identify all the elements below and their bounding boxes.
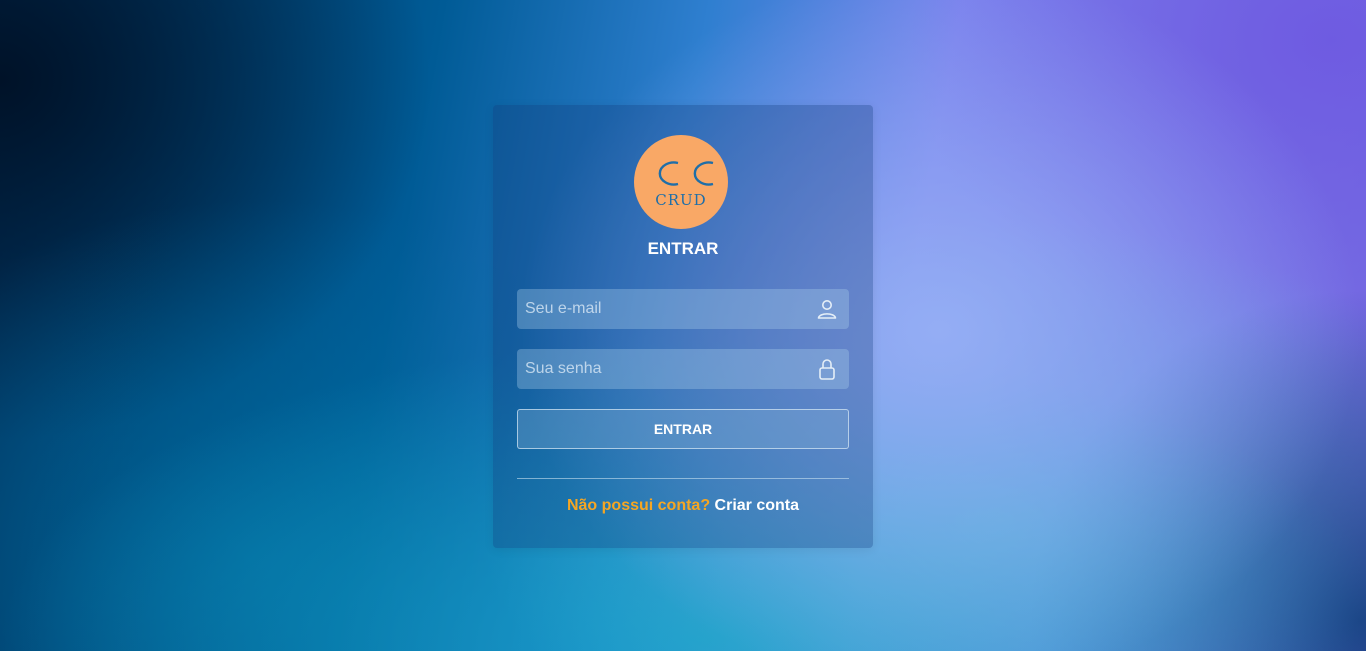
email-field-container [517, 289, 849, 329]
login-submit-button[interactable]: ENTRAR [517, 409, 849, 449]
signup-row: Não possui conta? Criar conta [493, 497, 873, 515]
lock-icon [819, 359, 835, 380]
signup-prompt: Não possui conta? [566, 497, 711, 514]
login-card: CRUD ENTRAR ENTRAR Não possui conta? Cri… [493, 105, 873, 548]
password-input[interactable] [517, 349, 797, 389]
login-title: ENTRAR [647, 239, 719, 258]
user-icon [817, 300, 837, 319]
divider [517, 478, 849, 479]
crud-logo: CRUD [634, 135, 728, 229]
email-input[interactable] [517, 289, 797, 329]
create-account-link[interactable]: Criar conta [715, 497, 799, 514]
password-field-container [517, 349, 849, 389]
double-c-logo-icon [658, 161, 714, 186]
logo-text: CRUD [655, 191, 707, 209]
